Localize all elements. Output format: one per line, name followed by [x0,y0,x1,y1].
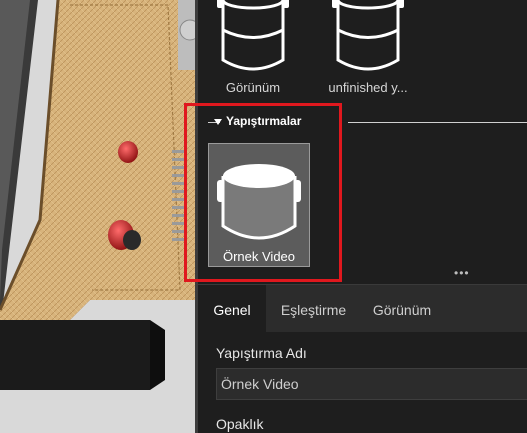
material-label: unfinished y... [328,80,408,95]
material-thumbnail[interactable]: unfinished y... [318,0,418,95]
tab-appearance[interactable]: Görünüm [361,285,443,333]
3d-viewport[interactable] [0,0,195,433]
paint-can-icon [332,0,404,71]
decal-name-field[interactable]: Örnek Video [216,368,527,400]
panel-resize-handle-icon[interactable]: ••• [454,266,470,280]
tab-mapping[interactable]: Eşleştirme [266,285,361,333]
material-label: Görünüm [225,80,281,95]
divider [348,122,527,123]
paint-can-icon [217,0,289,71]
decal-name-label: Yapıştırma Adı [216,345,307,361]
highlight-box [184,103,342,282]
tv-model-render [0,0,195,433]
tab-general[interactable]: Genel [198,285,266,333]
material-thumbnail[interactable]: Görünüm [203,0,303,95]
properties-area: Yapıştırma Adı Örnek Video Opaklık [198,332,527,433]
properties-tabs: Genel Eşleştirme Görünüm [198,284,527,333]
opacity-label: Opaklık [216,416,264,432]
